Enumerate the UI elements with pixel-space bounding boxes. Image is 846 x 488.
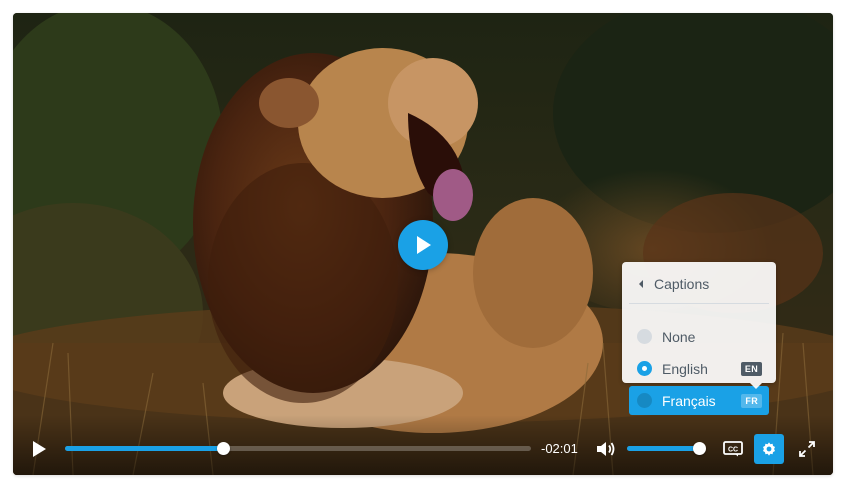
mute-button[interactable]	[591, 434, 621, 464]
volume-icon	[597, 442, 615, 456]
volume-slider[interactable]	[627, 446, 699, 451]
gear-icon	[763, 442, 775, 456]
seek-bar-played	[65, 446, 224, 451]
menu-divider	[629, 303, 769, 304]
fullscreen-icon	[799, 441, 815, 457]
menu-back-button[interactable]: Captions	[629, 269, 769, 299]
captions-menu: Captions None English EN Français FR	[622, 262, 776, 415]
radio-indicator	[637, 329, 652, 344]
caption-option-none[interactable]: None	[629, 322, 769, 351]
caption-option-english[interactable]: English EN	[629, 354, 769, 383]
settings-button[interactable]	[754, 434, 784, 464]
caption-option-francais[interactable]: Français FR	[629, 386, 769, 415]
svg-text:CC: CC	[728, 447, 738, 454]
radio-indicator	[637, 393, 652, 408]
language-badge: FR	[741, 393, 762, 408]
fullscreen-button[interactable]	[792, 434, 822, 464]
play-icon	[33, 441, 46, 457]
menu-title: Captions	[654, 276, 710, 292]
back-caret-icon	[639, 280, 643, 288]
time-remaining: -02:01	[541, 441, 578, 456]
language-badge: EN	[740, 361, 762, 376]
caption-option-label: English	[662, 360, 708, 377]
big-play-button[interactable]	[398, 220, 448, 270]
play-icon	[417, 236, 431, 254]
caption-option-label: None	[662, 328, 696, 345]
seek-bar[interactable]	[65, 446, 531, 451]
caption-option-label: Français	[662, 392, 716, 409]
play-button[interactable]	[24, 434, 54, 464]
volume-handle[interactable]	[692, 442, 706, 455]
control-bar-background	[13, 415, 833, 475]
captions-button[interactable]: CC	[718, 434, 748, 464]
volume-level	[627, 446, 699, 451]
cc-icon: CC	[723, 441, 743, 457]
seek-handle[interactable]	[216, 442, 230, 455]
radio-indicator	[637, 361, 652, 376]
